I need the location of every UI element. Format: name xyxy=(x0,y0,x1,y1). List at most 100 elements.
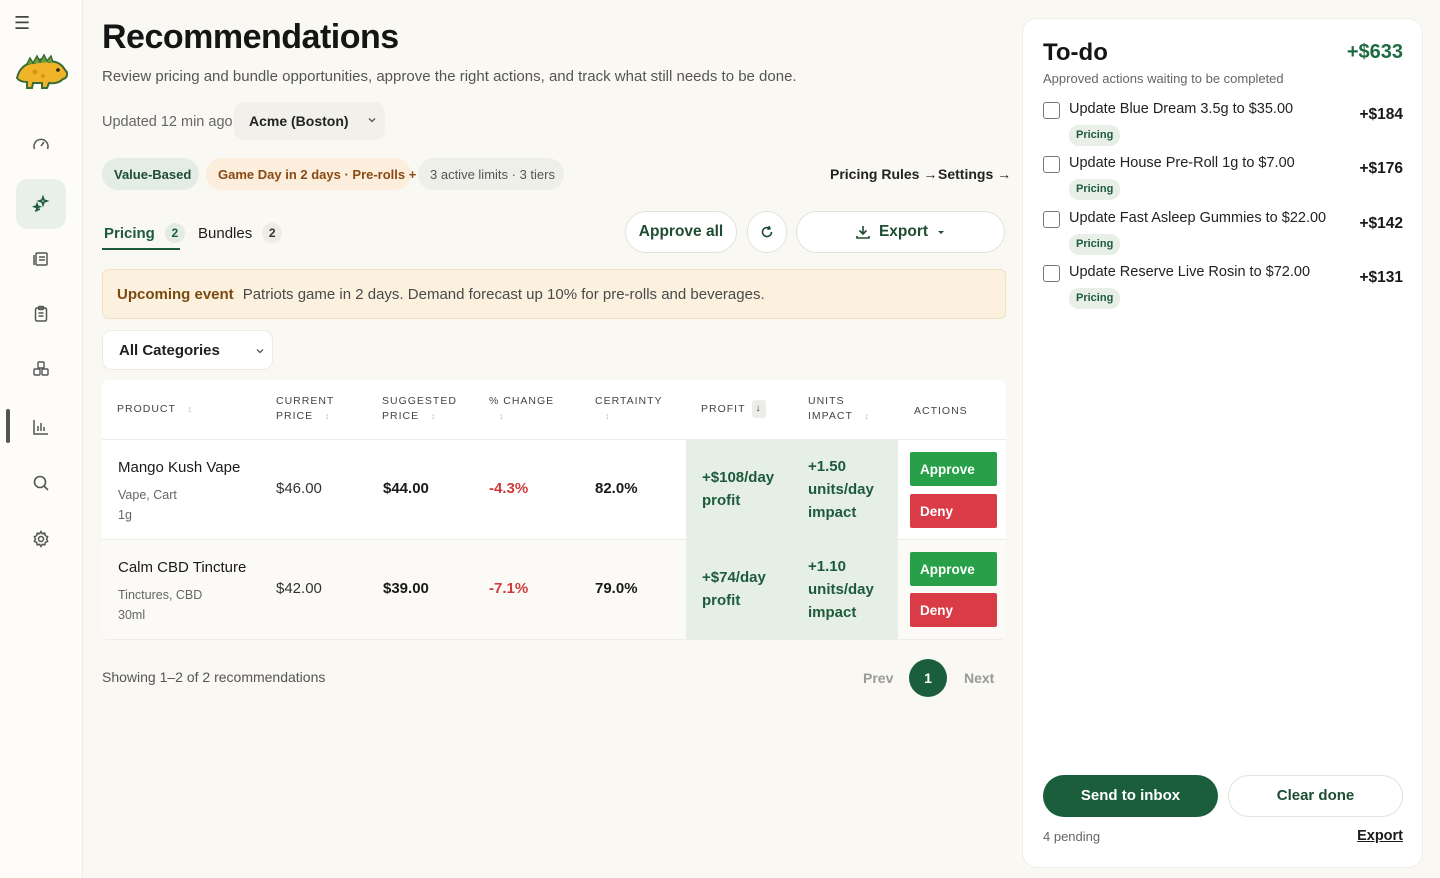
col-current-label-2: PRICE xyxy=(276,410,314,422)
col-product[interactable]: PRODUCT ↕ xyxy=(117,402,193,417)
sidebar-item-search[interactable] xyxy=(16,458,66,508)
sidebar-active-indicator xyxy=(6,409,10,443)
sidebar-item-analytics[interactable] xyxy=(16,402,66,452)
sort-icon: ↕ xyxy=(187,404,193,414)
col-units-impact[interactable]: UNITS IMPACT ↕ xyxy=(808,394,870,424)
strategy-chip[interactable]: Value-Based xyxy=(102,158,199,190)
pricing-rules-link[interactable]: Pricing Rules → xyxy=(830,166,937,182)
catalog-list-icon xyxy=(33,252,48,266)
todo-checkbox[interactable] xyxy=(1043,265,1060,282)
store-select[interactable]: Acme (Boston) xyxy=(234,102,385,140)
table-row: Calm CBD Tincture Tinctures, CBD 30ml $42… xyxy=(102,540,1006,640)
sort-icon: ↕ xyxy=(324,411,331,421)
refresh-button[interactable] xyxy=(747,211,787,253)
approve-button[interactable]: Approve xyxy=(910,452,997,486)
col-profit-label: PROFIT xyxy=(701,402,746,415)
sort-icon: ↕ xyxy=(499,411,505,421)
col-actions: ACTIONS xyxy=(914,405,968,417)
banner-text: Patriots game in 2 days. Demand forecast… xyxy=(242,285,765,303)
col-profit[interactable]: PROFIT ↓ xyxy=(701,400,766,418)
recommendations-table: PRODUCT ↕ CURRENT PRICE ↕ SUGGESTED PRICE … xyxy=(102,380,1006,640)
table-row: Mango Kush Vape Vape, Cart 1g $46.00 $44.… xyxy=(102,440,1006,540)
sidebar-item-recommendations[interactable] xyxy=(16,179,66,229)
col-change-label: % CHANGE xyxy=(489,395,555,407)
settings-gear-icon xyxy=(33,530,49,548)
hamburger-menu-icon[interactable]: ☰ xyxy=(14,14,32,32)
col-suggested-price[interactable]: SUGGESTED PRICE ↕ xyxy=(382,394,457,424)
chevron-down-icon xyxy=(256,349,264,354)
product-meta: Vape, Cart 1g xyxy=(118,485,177,525)
sidebar-item-tasks[interactable] xyxy=(16,289,66,339)
col-units-label: UNITS xyxy=(808,395,845,407)
send-to-inbox-button[interactable]: Send to inbox xyxy=(1043,775,1218,817)
sidebar-item-catalog[interactable] xyxy=(16,234,66,284)
todo-total: +$633 xyxy=(1346,41,1403,63)
page-subtitle: Review pricing and bundle opportunities,… xyxy=(102,68,797,85)
pagination-page-1[interactable]: 1 xyxy=(909,659,947,697)
todo-item-tag: Pricing xyxy=(1069,234,1121,255)
settings-link[interactable]: Settings → xyxy=(938,166,1011,182)
bundles-cubes-icon xyxy=(33,361,49,376)
col-current-price[interactable]: CURRENT PRICE ↕ xyxy=(276,394,334,424)
sidebar-item-settings[interactable] xyxy=(16,514,66,564)
sidebar: ☰ xyxy=(0,0,83,878)
pagination-prev[interactable]: Prev xyxy=(863,670,893,686)
product-name: Calm CBD Tincture xyxy=(118,559,247,576)
col-suggested-label: SUGGESTED xyxy=(382,395,457,407)
col-current-label: CURRENT xyxy=(276,395,335,407)
units-impact: +1.10 units/day impact xyxy=(808,558,874,621)
limits-chip[interactable]: 3 active limits · 3 tiers xyxy=(418,158,564,190)
logo-dinosaur-icon[interactable] xyxy=(13,52,69,92)
export-button[interactable]: Export xyxy=(796,211,1005,253)
todo-subtitle: Approved actions waiting to be completed xyxy=(1043,71,1284,86)
sidebar-item-bundles[interactable] xyxy=(16,344,66,394)
todo-checkbox[interactable] xyxy=(1043,156,1060,173)
todo-checkbox[interactable] xyxy=(1043,211,1060,228)
todo-item: Update Blue Dream 3.5g to $35.00 Pricing… xyxy=(1043,101,1403,151)
download-icon xyxy=(856,226,870,239)
todo-item-amount: +$131 xyxy=(1359,269,1403,286)
todo-export-link[interactable]: Export xyxy=(1357,828,1403,844)
todo-item-amount: +$184 xyxy=(1359,106,1403,123)
col-suggested-label-2: PRICE xyxy=(382,410,420,422)
col-change[interactable]: % CHANGE ↕ xyxy=(489,394,554,424)
todo-item-text: Update House Pre-Roll 1g to $7.00 xyxy=(1069,155,1295,171)
upcoming-event-banner: Upcoming event Patriots game in 2 days. … xyxy=(102,269,1006,319)
profit-value: +$74/day profit xyxy=(702,569,766,609)
refresh-icon xyxy=(761,225,773,238)
event-chip[interactable]: Game Day in 2 days · Pre-rolls + xyxy=(206,158,416,190)
todo-item-amount: +$142 xyxy=(1359,215,1403,232)
tab-pricing-label: Pricing xyxy=(104,224,155,242)
todo-item-tag: Pricing xyxy=(1069,179,1121,200)
tab-pricing-count: 2 xyxy=(164,223,185,243)
deny-button[interactable]: Deny xyxy=(910,494,997,528)
category-filter-value: All Categories xyxy=(119,341,220,359)
store-select-value: Acme (Boston) xyxy=(249,113,349,129)
clear-done-button[interactable]: Clear done xyxy=(1228,775,1403,817)
pagination-next[interactable]: Next xyxy=(964,670,994,686)
tab-bundles-count: 2 xyxy=(262,223,283,243)
approve-all-button[interactable]: Approve all xyxy=(625,211,737,253)
todo-item-tag: Pricing xyxy=(1069,288,1121,309)
tab-bundles-label: Bundles xyxy=(198,224,253,242)
tab-bundles[interactable]: Bundles 2 xyxy=(198,216,283,250)
todo-item-text: Update Blue Dream 3.5g to $35.00 xyxy=(1069,101,1294,117)
deny-button[interactable]: Deny xyxy=(910,593,997,627)
sidebar-item-dashboard[interactable] xyxy=(16,120,66,170)
approve-button[interactable]: Approve xyxy=(910,552,997,586)
todo-item-text: Update Reserve Live Rosin to $72.00 xyxy=(1069,264,1311,280)
sort-desc-icon: ↓ xyxy=(751,400,766,418)
certainty: 79.0% xyxy=(595,580,638,597)
sort-icon: ↕ xyxy=(864,411,870,421)
search-icon xyxy=(33,475,49,491)
tab-pricing[interactable]: Pricing 2 xyxy=(104,216,185,250)
todo-checkbox[interactable] xyxy=(1043,102,1060,119)
category-filter-select[interactable]: All Categories xyxy=(102,330,273,370)
product-size: 1g xyxy=(118,508,132,522)
profit-value: +$108/day profit xyxy=(702,469,775,509)
caret-down-icon xyxy=(938,231,945,234)
col-certainty[interactable]: CERTAINTY ↕ xyxy=(595,394,663,424)
pagination-summary: Showing 1–2 of 2 recommendations xyxy=(102,669,326,685)
todo-item-amount: +$176 xyxy=(1359,160,1403,177)
current-price: $42.00 xyxy=(276,580,322,597)
